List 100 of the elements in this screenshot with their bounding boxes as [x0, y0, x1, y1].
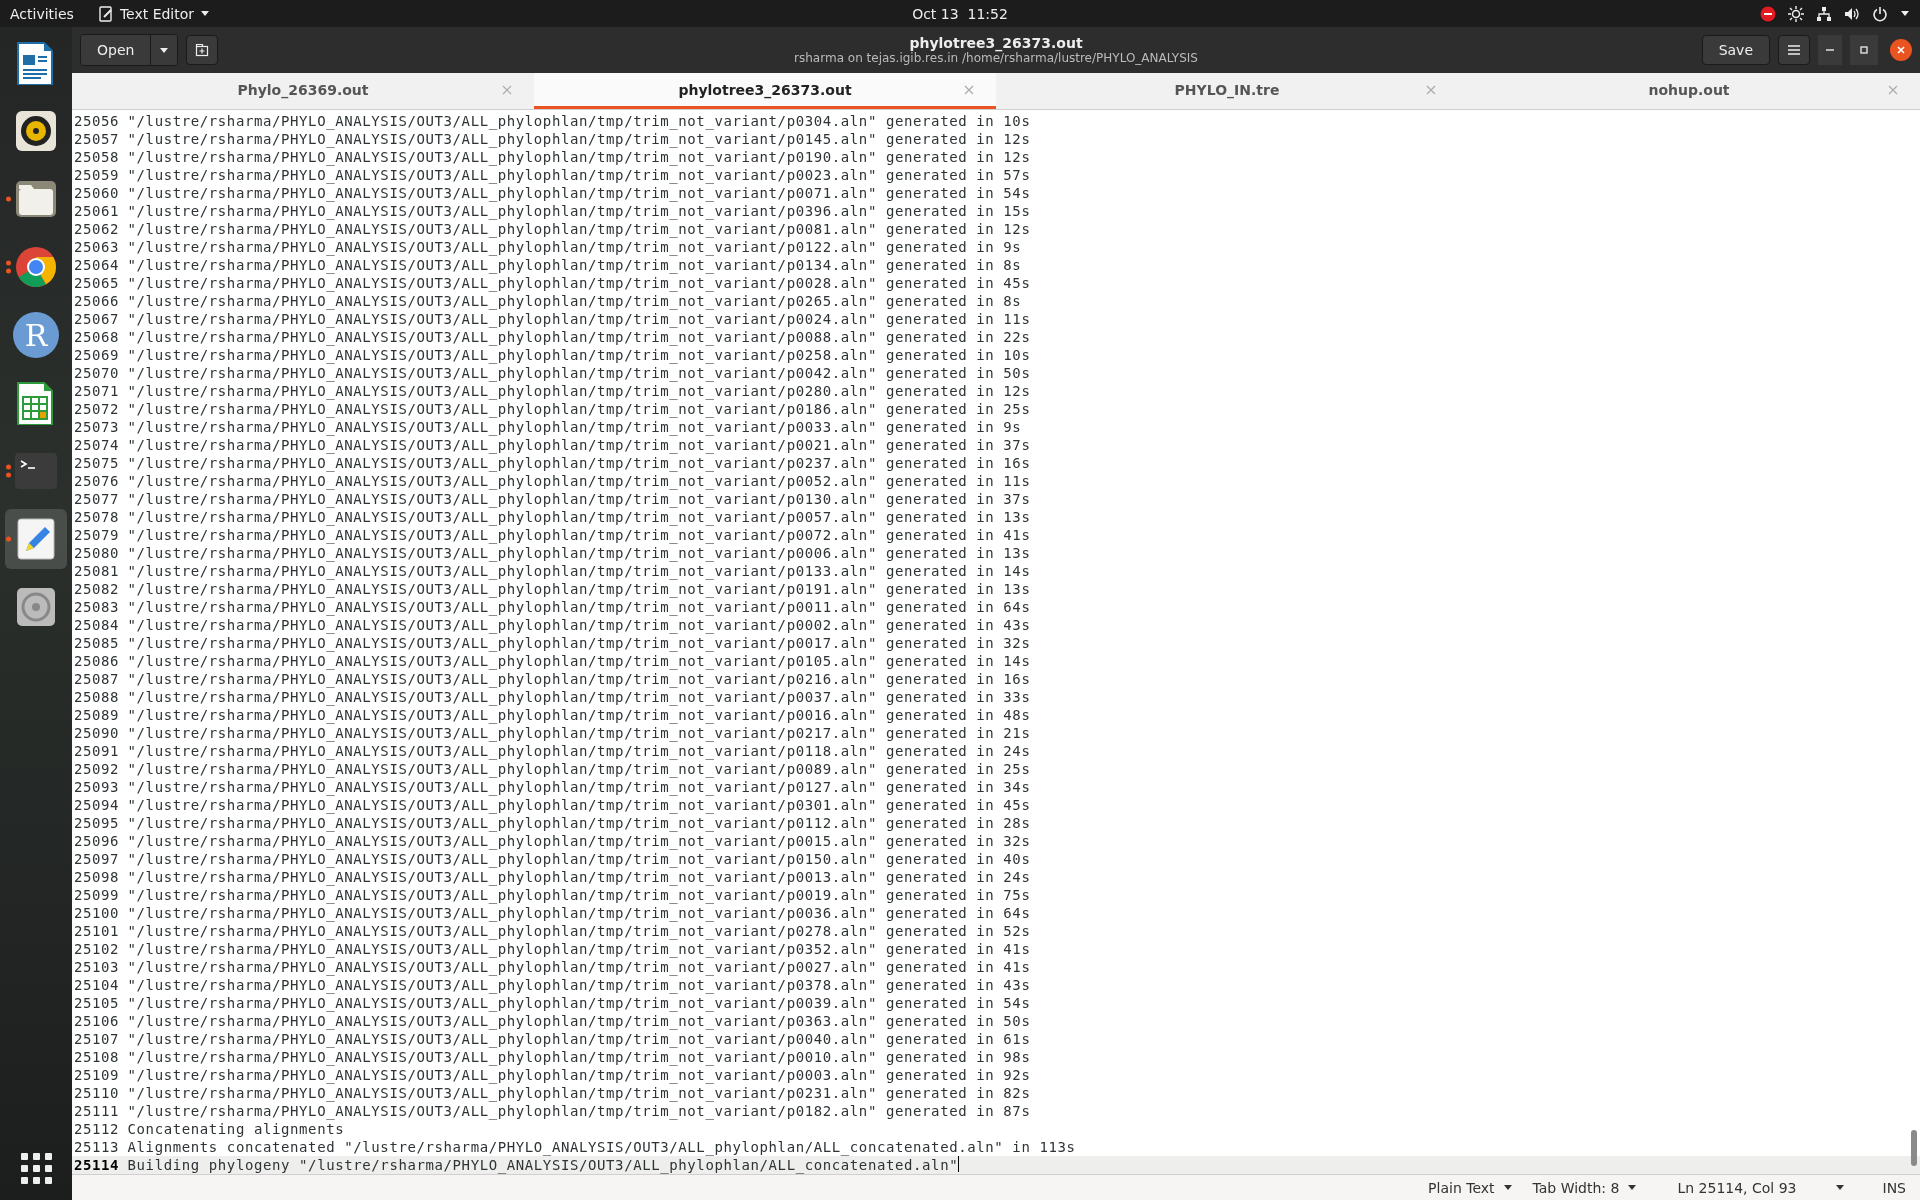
- text-line: "/lustre/rsharma/PHYLO_ANALYSIS/OUT3/ALL_phylophlan/tmp/trim_not_variant/p0057.aln" generated in 13s: [127, 508, 1031, 526]
- line-number: 25084: [73, 616, 120, 634]
- text-line: "/lustre/rsharma/PHYLO_ANALYSIS/OUT3/ALL_phylophlan/tmp/trim_not_variant/p0145.aln" generated in 12s: [127, 130, 1031, 148]
- language-dropdown[interactable]: Plain Text: [1428, 1179, 1513, 1196]
- line-number: 25106: [73, 1012, 120, 1030]
- line-number: 25067: [73, 310, 120, 328]
- file-tab[interactable]: phylotree3_26373.out: [534, 73, 996, 109]
- caret-icon[interactable]: [1900, 9, 1910, 18]
- activities-button[interactable]: Activities: [10, 5, 74, 22]
- caret-icon: [1627, 1183, 1638, 1192]
- text-line: "/lustre/rsharma/PHYLO_ANALYSIS/OUT3/ALL_phylophlan/tmp/trim_not_variant/p0304.aln" generated in 10s: [127, 112, 1031, 130]
- text-line: "/lustre/rsharma/PHYLO_ANALYSIS/OUT3/ALL_phylophlan/tmp/trim_not_variant/p0133.aln" generated in 14s: [127, 562, 1031, 580]
- text-line: "/lustre/rsharma/PHYLO_ANALYSIS/OUT3/ALL_phylophlan/tmp/trim_not_variant/p0039.aln" generated in 54s: [127, 994, 1031, 1012]
- line-number: 25098: [73, 868, 120, 886]
- menu-icon: [1787, 43, 1801, 57]
- line-number: 25079: [73, 526, 120, 544]
- text-line: "/lustre/rsharma/PHYLO_ANALYSIS/OUT3/ALL_phylophlan/tmp/trim_not_variant/p0182.aln" generated in 87s: [127, 1102, 1031, 1120]
- file-tab[interactable]: PHYLO_IN.tre: [996, 73, 1458, 109]
- brightness-icon[interactable]: [1788, 5, 1804, 22]
- text-line: "/lustre/rsharma/PHYLO_ANALYSIS/OUT3/ALL_phylophlan/tmp/trim_not_variant/p0024.aln" generated in 11s: [127, 310, 1031, 328]
- line-number: 25094: [73, 796, 120, 814]
- line-number: 25074: [73, 436, 120, 454]
- line-number: 25093: [73, 778, 120, 796]
- app-grid-icon[interactable]: [20, 1153, 52, 1184]
- new-tab-button[interactable]: [186, 35, 219, 65]
- line-number: 25102: [73, 940, 120, 958]
- line-number: 25071: [73, 382, 120, 400]
- text-line: "/lustre/rsharma/PHYLO_ANALYSIS/OUT3/ALL_phylophlan/tmp/trim_not_variant/p0363.aln" generated in 50s: [127, 1012, 1031, 1030]
- text-line: "/lustre/rsharma/PHYLO_ANALYSIS/OUT3/ALL_phylophlan/tmp/trim_not_variant/p0003.aln" generated in 92s: [127, 1066, 1031, 1084]
- line-number: 25088: [73, 688, 120, 706]
- line-number: 25070: [73, 364, 120, 382]
- scrollbar[interactable]: [1911, 1130, 1917, 1166]
- menu-button[interactable]: [1778, 35, 1810, 65]
- line-number: 25075: [73, 454, 120, 472]
- line-number: 25103: [73, 958, 120, 976]
- text-line: "/lustre/rsharma/PHYLO_ANALYSIS/OUT3/ALL_phylophlan/tmp/trim_not_variant/p0186.aln" generated in 25s: [127, 400, 1031, 418]
- line-number: 25112: [73, 1120, 120, 1138]
- app-menu[interactable]: Text Editor: [97, 5, 211, 22]
- browser-icon: [14, 245, 58, 289]
- minimize-button[interactable]: [1818, 35, 1842, 65]
- line-number: 25108: [73, 1048, 120, 1066]
- close-button[interactable]: [1890, 39, 1912, 61]
- close-icon: [1895, 44, 1907, 56]
- text-line: "/lustre/rsharma/PHYLO_ANALYSIS/OUT3/ALL_phylophlan/tmp/trim_not_variant/p0352.aln" generated in 41s: [127, 940, 1031, 958]
- maximize-button[interactable]: [1850, 35, 1878, 65]
- text-line: "/lustre/rsharma/PHYLO_ANALYSIS/OUT3/ALL_phylophlan/tmp/trim_not_variant/p0013.aln" generated in 24s: [127, 868, 1031, 886]
- open-menu-button[interactable]: [150, 35, 178, 65]
- pencil-document-icon: [14, 517, 58, 561]
- window-subtitle: rsharma on tejas.igib.res.in /home/rsharma/lustre/PHYLO_ANALYSIS: [794, 51, 1198, 65]
- maximize-icon: [1858, 44, 1870, 56]
- text-line: "/lustre/rsharma/PHYLO_ANALYSIS/OUT3/ALL_phylophlan/tmp/trim_not_variant/p0017.aln" generated in 32s: [127, 634, 1031, 652]
- text-line: Concatenating alignments: [127, 1120, 345, 1138]
- line-number: 25091: [73, 742, 120, 760]
- text-line: "/lustre/rsharma/PHYLO_ANALYSIS/OUT3/ALL_phylophlan/tmp/trim_not_variant/p0278.aln" generated in 52s: [127, 922, 1031, 940]
- text-line: Building phylogeny "/lustre/rsharma/PHYLO_ANALYSIS/OUT3/ALL_phylophlan/ALL_concatenated.aln": [127, 1156, 959, 1174]
- text-line: "/lustre/rsharma/PHYLO_ANALYSIS/OUT3/ALL_phylophlan/tmp/trim_not_variant/p0191.aln" generated in 13s: [127, 580, 1031, 598]
- text-line: "/lustre/rsharma/PHYLO_ANALYSIS/OUT3/ALL_phylophlan/tmp/trim_not_variant/p0028.aln" generated in 45s: [127, 274, 1031, 292]
- network-icon[interactable]: [1816, 5, 1832, 22]
- file-tab[interactable]: Phylo_26369.out: [72, 73, 534, 109]
- text-line: "/lustre/rsharma/PHYLO_ANALYSIS/OUT3/ALL_phylophlan/tmp/trim_not_variant/p0071.aln" generated in 54s: [127, 184, 1031, 202]
- text-line: "/lustre/rsharma/PHYLO_ANALYSIS/OUT3/ALL_phylophlan/tmp/trim_not_variant/p0258.aln" generated in 10s: [127, 346, 1031, 364]
- text-line: "/lustre/rsharma/PHYLO_ANALYSIS/OUT3/ALL_phylophlan/tmp/trim_not_variant/p0037.aln" generated in 33s: [127, 688, 1031, 706]
- line-number: 25080: [73, 544, 120, 562]
- text-line: "/lustre/rsharma/PHYLO_ANALYSIS/OUT3/ALL_phylophlan/tmp/trim_not_variant/p0088.aln" generated in 22s: [127, 328, 1031, 346]
- caret-icon: [1834, 1183, 1845, 1192]
- line-number: 25066: [73, 292, 120, 310]
- line-number: 25099: [73, 886, 120, 904]
- text-line: "/lustre/rsharma/PHYLO_ANALYSIS/OUT3/ALL_phylophlan/tmp/trim_not_variant/p0150.aln" generated in 40s: [127, 850, 1031, 868]
- text-line: "/lustre/rsharma/PHYLO_ANALYSIS/OUT3/ALL_phylophlan/tmp/trim_not_variant/p0002.aln" generated in 43s: [127, 616, 1031, 634]
- text-line: "/lustre/rsharma/PHYLO_ANALYSIS/OUT3/ALL_phylophlan/tmp/trim_not_variant/p0301.aln" generated in 45s: [127, 796, 1031, 814]
- line-number: 25068: [73, 328, 120, 346]
- cursor-position-dropdown[interactable]: Ln 25114, Col 93: [1677, 1179, 1845, 1196]
- window-title: phylotree3_26373.out: [909, 35, 1083, 51]
- text-line: "/lustre/rsharma/PHYLO_ANALYSIS/OUT3/ALL_phylophlan/tmp/trim_not_variant/p0127.aln" generated in 34s: [127, 778, 1031, 796]
- text-line: "/lustre/rsharma/PHYLO_ANALYSIS/OUT3/ALL_phylophlan/tmp/trim_not_variant/p0021.aln" generated in 37s: [127, 436, 1031, 454]
- text-line: "/lustre/rsharma/PHYLO_ANALYSIS/OUT3/ALL_phylophlan/tmp/trim_not_variant/p0033.aln" generated in 9s: [127, 418, 1022, 436]
- line-number: 25114: [73, 1156, 120, 1174]
- line-number: 25064: [73, 256, 120, 274]
- text-line: "/lustre/rsharma/PHYLO_ANALYSIS/OUT3/ALL_phylophlan/tmp/trim_not_variant/p0010.aln" generated in 98s: [127, 1048, 1031, 1066]
- line-number: 25081: [73, 562, 120, 580]
- text-line: "/lustre/rsharma/PHYLO_ANALYSIS/OUT3/ALL_phylophlan/tmp/trim_not_variant/p0042.aln" generated in 50s: [127, 364, 1031, 382]
- do-not-disturb-icon[interactable]: [1760, 5, 1776, 22]
- text-line: "/lustre/rsharma/PHYLO_ANALYSIS/OUT3/ALL_phylophlan/tmp/trim_not_variant/p0036.aln" generated in 64s: [127, 904, 1031, 922]
- file-tab[interactable]: nohup.out: [1458, 73, 1920, 109]
- line-number: 25089: [73, 706, 120, 724]
- save-button[interactable]: Save: [1701, 35, 1770, 65]
- line-number: 25062: [73, 220, 120, 238]
- text-line: "/lustre/rsharma/PHYLO_ANALYSIS/OUT3/ALL_phylophlan/tmp/trim_not_variant/p0118.aln" generated in 24s: [127, 742, 1031, 760]
- text-line: "/lustre/rsharma/PHYLO_ANALYSIS/OUT3/ALL_phylophlan/tmp/trim_not_variant/p0378.aln" generated in 43s: [127, 976, 1031, 994]
- dock-item[interactable]: [5, 509, 67, 569]
- line-number: 25058: [73, 148, 120, 166]
- text-line: "/lustre/rsharma/PHYLO_ANALYSIS/OUT3/ALL_phylophlan/tmp/trim_not_variant/p0265.aln" generated in 8s: [127, 292, 1022, 310]
- text-line: "/lustre/rsharma/PHYLO_ANALYSIS/OUT3/ALL_phylophlan/tmp/trim_not_variant/p0396.aln" generated in 15s: [127, 202, 1031, 220]
- line-number: 25096: [73, 832, 120, 850]
- clock[interactable]: Oct 13 11:52: [912, 5, 1008, 22]
- power-icon[interactable]: [1872, 5, 1888, 22]
- caret-icon: [1502, 1183, 1513, 1192]
- line-number: 25056: [73, 112, 120, 130]
- tab-width-dropdown[interactable]: Tab Width: 8: [1532, 1179, 1638, 1196]
- line-number: 25085: [73, 634, 120, 652]
